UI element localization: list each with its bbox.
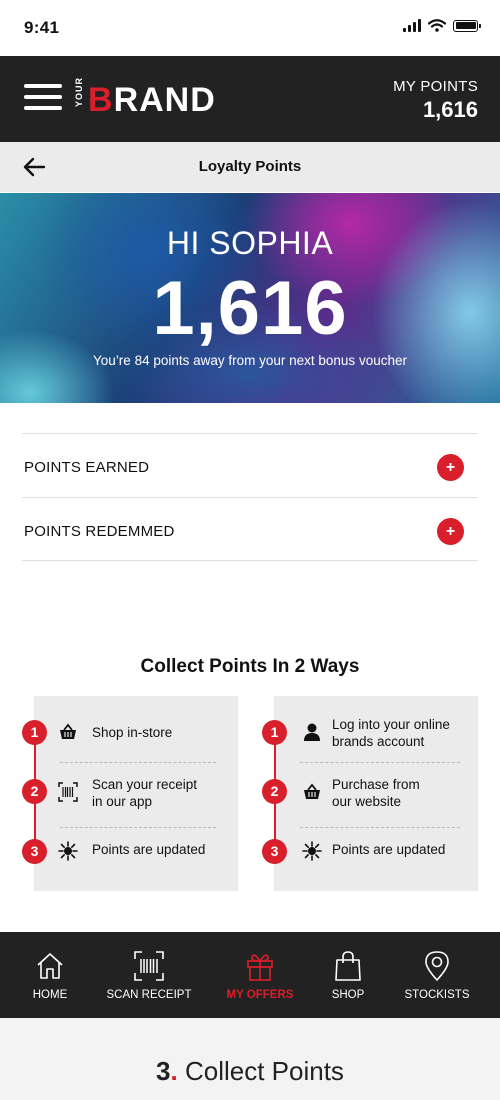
step-divider (300, 827, 460, 828)
points-redeemed-row[interactable]: POINTS REDEMMED + (22, 497, 478, 561)
nav-shop-label: SHOP (331, 989, 365, 1001)
step-text: Shop in-store (92, 725, 173, 740)
hero-points-total: 1,616 (152, 266, 348, 351)
plus-icon[interactable]: + (437, 454, 464, 481)
wifi-icon (428, 19, 446, 32)
nav-shop[interactable]: SHOP (312, 932, 384, 1018)
basket-icon (304, 783, 320, 799)
person-icon (304, 723, 320, 741)
gift-icon (247, 954, 273, 981)
points-earned-row[interactable]: POINTS EARNED + (22, 433, 478, 497)
my-points-value: 1,616 (422, 97, 478, 122)
nav-stockists-label: STOCKISTS (404, 989, 470, 1001)
step-number-badge: 1 (262, 720, 287, 745)
logo-brand-text: BRAND (88, 80, 216, 119)
menu-icon[interactable] (24, 84, 62, 114)
step-divider (60, 762, 216, 763)
nav-my-offers-label: MY OFFERS (226, 989, 294, 1001)
nav-my-offers[interactable]: MY OFFERS (214, 932, 306, 1018)
battery-icon (453, 19, 481, 32)
step-text: Scan your receipt in our app (92, 777, 198, 809)
points-accordion: POINTS EARNED + POINTS REDEMMED + (22, 433, 478, 561)
hero-bonus-note: You’re 84 points away from your next bon… (93, 353, 407, 368)
home-icon (37, 953, 63, 979)
nav-home[interactable]: HOME (10, 932, 90, 1018)
bottom-navigation: HOME SCAN RECEIPT MY OFFERS SHOP STOCKIS… (0, 932, 500, 1018)
step-number-badge: 2 (22, 779, 47, 804)
collect-title: Collect Points In 2 Ways (140, 656, 360, 677)
nav-scan-receipt[interactable]: SCAN RECEIPT (98, 932, 200, 1018)
points-redeemed-label: POINTS REDEMMED (24, 523, 175, 540)
step-number-badge: 2 (262, 779, 287, 804)
page-title: Loyalty Points (198, 158, 302, 175)
points-earned-label: POINTS EARNED (24, 459, 150, 476)
step-number-badge: 3 (262, 839, 287, 864)
sparkle-icon (302, 841, 322, 861)
status-bar: 9:41 (0, 0, 500, 56)
cellular-signal-icon (403, 19, 421, 32)
hero-greeting: HI SOPHIA (166, 225, 334, 261)
status-icons (403, 19, 481, 32)
logo-your-text: YOUR (74, 76, 84, 107)
caption-title: 3. Collect Points (156, 1056, 344, 1086)
nav-scan-receipt-label: SCAN RECEIPT (106, 989, 192, 1001)
basket-icon (60, 723, 76, 739)
barcode-scan-icon (58, 782, 78, 802)
my-points-summary[interactable]: MY POINTS 1,616 (393, 78, 478, 123)
step-text: Log into your online brands account (332, 717, 450, 749)
step-divider (60, 827, 216, 828)
location-pin-icon (425, 951, 449, 982)
my-points-label: MY POINTS (393, 78, 478, 95)
step-text: Purchase from our website (332, 777, 420, 809)
nav-home-label: HOME (32, 989, 68, 1001)
points-hero-banner: HI SOPHIA 1,616 You’re 84 points away fr… (0, 193, 500, 403)
page-subheader: Loyalty Points (0, 142, 500, 192)
shopping-bag-icon (335, 951, 361, 981)
status-time: 9:41 (24, 18, 60, 37)
step-number-badge: 1 (22, 720, 47, 745)
app-header: YOUR BRAND MY POINTS 1,616 (0, 56, 500, 142)
step-number-badge: 3 (22, 839, 47, 864)
sparkle-icon (58, 841, 78, 861)
plus-icon[interactable]: + (437, 518, 464, 545)
step-text: Points are updated (92, 842, 206, 857)
step-divider (300, 762, 460, 763)
step-text: Points are updated (332, 842, 446, 857)
nav-stockists[interactable]: STOCKISTS (396, 932, 478, 1018)
brand-logo[interactable]: YOUR BRAND (72, 76, 216, 122)
caption-area: 3. Collect Points (0, 1018, 500, 1100)
barcode-scan-icon (134, 951, 164, 981)
